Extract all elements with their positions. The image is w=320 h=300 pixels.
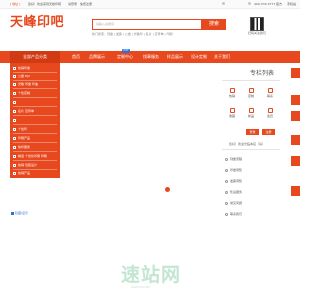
site-logo[interactable]: 天峰印吧: [10, 15, 64, 31]
info-link[interactable]: 联系我们: [225, 212, 242, 216]
top-link-mobile[interactable]: 手机站: [287, 2, 296, 6]
all-categories-tab[interactable]: 全部产品分类: [10, 51, 60, 63]
phone-icon: [248, 2, 251, 5]
top-bar: [ 地址 ] 您好！欢迎来到天峰印吧 请登录 免费注册 400-333-3777…: [0, 0, 300, 9]
location-link[interactable]: [ 地址 ]: [10, 2, 20, 6]
user-icon: [222, 2, 225, 5]
qr-code-icon: [250, 17, 264, 31]
stamp-icon: [13, 82, 16, 86]
column-list-title: 专栏列表: [250, 70, 275, 77]
circle-icon: [225, 179, 228, 183]
pen-icon: [13, 127, 16, 131]
category-item[interactable]: [13, 100, 18, 104]
nav-item-about[interactable]: 关于我们: [214, 51, 230, 63]
quick-tile[interactable]: 定制: [242, 88, 260, 98]
info-link[interactable]: 售后服务: [225, 190, 242, 194]
hide-toggle[interactable]: 隐藏/显示: [11, 211, 28, 215]
box-icon: [248, 108, 254, 113]
side-float-button[interactable]: [291, 156, 300, 166]
nav-item-design[interactable]: 设计定制: [191, 51, 207, 63]
printer-icon: [13, 136, 16, 140]
nav-item-brand[interactable]: 品牌展示: [89, 51, 105, 63]
user-icon: [267, 108, 273, 113]
circle-icon: [225, 168, 228, 172]
heart-icon: [229, 108, 235, 113]
phone-icon: [267, 88, 273, 93]
stamp-icon: [13, 74, 16, 78]
register-button[interactable]: 注册: [262, 129, 275, 135]
category-item[interactable]: 热销产品: [13, 171, 30, 175]
category-item[interactable]: 光敏 印章 印油: [13, 82, 38, 86]
hotline-number: 400-333-3777: [254, 2, 276, 6]
category-item[interactable]: 热销印章: [13, 66, 30, 70]
info-link[interactable]: 发票须知: [225, 179, 242, 183]
category-item[interactable]: 公章 Ppt: [13, 74, 30, 78]
category-item[interactable]: 精选 个性化印刷 印刷: [13, 154, 47, 158]
watermark-subtext: SUZHAN.NET: [131, 285, 151, 289]
circle-icon: [225, 190, 228, 194]
star-icon: [248, 88, 254, 93]
bolt-icon: [13, 145, 16, 149]
side-float-button[interactable]: [291, 111, 300, 121]
quick-tile[interactable]: 收藏: [223, 108, 241, 118]
star-icon: [13, 91, 16, 95]
nav-item-home[interactable]: 首页: [72, 51, 80, 63]
side-float-button[interactable]: [291, 95, 300, 105]
login-link[interactable]: 请登录: [68, 2, 77, 6]
document-icon: [229, 88, 235, 93]
document-icon: [13, 154, 16, 158]
grid-icon: [13, 118, 16, 122]
circle-icon: [225, 201, 228, 205]
top-link-official[interactable]: 官方: [276, 2, 282, 6]
grid-icon: [13, 100, 16, 104]
category-item[interactable]: 名片 宣传单: [13, 109, 34, 113]
quick-tile[interactable]: 新品: [242, 108, 260, 118]
nav-item-service[interactable]: 找章服务: [143, 51, 159, 63]
category-panel: 热销印章 公章 Ppt 光敏 印章 印油 个性定制 名片 宣传单 个性印 印刷产…: [10, 63, 60, 178]
info-link[interactable]: 刻章流程: [225, 157, 242, 161]
circle-icon: [225, 212, 228, 216]
circle-icon: [225, 157, 228, 161]
category-item[interactable]: [13, 118, 18, 122]
tag-icon: [13, 171, 16, 175]
nav-item-custom[interactable]: 定制中心: [117, 51, 133, 63]
info-link[interactable]: 印章须知: [225, 168, 242, 172]
register-link[interactable]: 免费注册: [80, 2, 92, 6]
search-input[interactable]: 请输入关键词: [92, 19, 202, 30]
box-icon: [13, 163, 16, 167]
fire-icon: [13, 66, 16, 70]
welcome-text: 您好！欢迎来到天峰印吧: [28, 2, 62, 6]
side-float-button[interactable]: [291, 186, 300, 196]
nav-item-samples[interactable]: 样品展示: [167, 51, 183, 63]
watermark-logo: 速站网: [121, 264, 182, 286]
hot-keywords[interactable]: 热门搜索：刻章 | 发票 | 公章 | 光敏印 | 名片 | 宣传单 | 印刷: [92, 32, 173, 36]
banner-indicator[interactable]: [165, 187, 170, 192]
info-link[interactable]: 常见问题: [225, 201, 242, 205]
quick-tile[interactable]: 热销: [223, 88, 241, 98]
side-float-button[interactable]: [291, 68, 300, 78]
eye-icon: [11, 211, 14, 215]
category-item[interactable]: 热销 包装设计: [13, 163, 37, 167]
category-item[interactable]: 印刷产品: [13, 136, 30, 140]
qr-label: 扫码关注我们: [248, 31, 267, 35]
category-item[interactable]: 个性定制: [13, 91, 30, 95]
category-item[interactable]: 个性印: [13, 127, 27, 131]
card-icon: [13, 109, 16, 113]
login-button[interactable]: 登录: [246, 129, 259, 135]
quick-tile[interactable]: 会员: [261, 108, 279, 118]
welcome-prompt: 您好！欢迎光临本店（请）: [229, 142, 266, 146]
category-item[interactable]: 快印服务: [13, 145, 30, 149]
quick-tile[interactable]: 联系: [261, 88, 279, 98]
side-float-button[interactable]: [291, 135, 300, 145]
search-button[interactable]: 搜索: [202, 19, 226, 30]
